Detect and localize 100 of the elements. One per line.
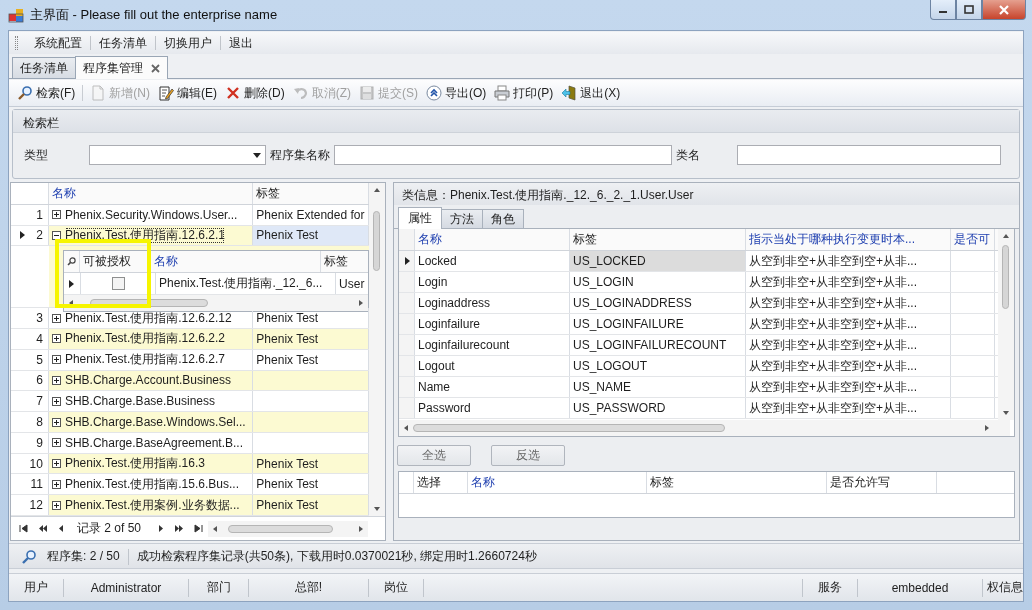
vertical-scrollbar[interactable]	[369, 183, 385, 516]
table-cell: 从空到非空+从非空到空+从非...	[746, 377, 951, 397]
toolbar-button[interactable]: 导出(O)	[422, 82, 491, 104]
scroll-left-icon[interactable]	[211, 524, 220, 533]
table-row[interactable]: Login US_LOGIN 从空到非空+从非空到空+从非...	[399, 272, 998, 293]
chevrons-up-icon[interactable]	[426, 85, 442, 101]
scroll-down-icon[interactable]	[373, 505, 382, 513]
expand-icon[interactable]	[51, 313, 61, 323]
status-cell: 部门	[189, 578, 249, 597]
table-row[interactable]: Password US_PASSWORD 从空到非空+从非空到空+从非...	[399, 398, 998, 419]
next-icon[interactable]	[156, 524, 166, 533]
search-icon[interactable]	[67, 257, 77, 267]
tab[interactable]: 方法	[441, 209, 483, 228]
row-number: 3	[36, 311, 43, 326]
action-button[interactable]: 全选	[397, 445, 471, 466]
maximize-button[interactable]	[956, 0, 982, 20]
expand-icon[interactable]	[51, 417, 61, 427]
first-page-icon[interactable]	[19, 524, 28, 533]
expand-icon[interactable]	[51, 438, 61, 448]
toolbar-button[interactable]: 打印(P)	[490, 82, 558, 104]
checkbox[interactable]	[111, 277, 125, 291]
column-header[interactable]: 名称	[468, 472, 647, 493]
expand-icon[interactable]	[51, 334, 61, 344]
maximize-icon[interactable]	[964, 5, 974, 14]
table-row[interactable]: 5 Phenix.Test.使用指南.12.6.2.7 Phenix Test	[11, 349, 370, 371]
expand-icon[interactable]	[51, 210, 61, 220]
app-icon	[8, 7, 24, 23]
column-header[interactable]: 选择	[414, 472, 468, 493]
cross-icon[interactable]	[225, 85, 241, 101]
table-row[interactable]: 9 SHB.Charge.BaseAgreement.B...	[11, 432, 370, 454]
row-number: 5	[36, 352, 43, 367]
column-header[interactable]: 是否允许写	[827, 472, 937, 493]
table-row[interactable]: Loginaddress US_LOGINADDRESS 从空到非空+从非空到空+从非...	[399, 293, 998, 314]
expand-icon[interactable]	[51, 459, 61, 469]
table-row[interactable]: Loginfailurecount US_LOGINFAILURECOUNT 从空到非空+从非空到空+从非...	[399, 335, 998, 356]
column-header[interactable]: 可被授权	[80, 251, 152, 273]
scroll-up-icon[interactable]	[1002, 232, 1010, 240]
column-header[interactable]: 名称	[48, 183, 254, 204]
expand-icon[interactable]	[51, 355, 61, 365]
text-field[interactable]	[334, 145, 672, 165]
status-cell: 服务	[803, 578, 858, 597]
column-header[interactable]: 是否可	[951, 229, 995, 250]
expand-icon[interactable]	[51, 500, 61, 510]
menu-item[interactable]: 任务清单	[91, 32, 155, 54]
previous-icon[interactable]	[57, 524, 66, 533]
horizontal-scrollbar[interactable]	[208, 520, 369, 537]
column-header[interactable]: 名称	[151, 251, 321, 273]
column-header[interactable]: 标签	[647, 472, 827, 493]
collapse-icon[interactable]	[51, 230, 61, 240]
menu-item[interactable]: 切换用户	[156, 32, 220, 54]
table-cell: SHB.Charge.Base.Business	[64, 394, 215, 409]
column-header[interactable]: 标签	[320, 251, 369, 273]
fast-back-icon[interactable]	[38, 524, 47, 533]
scroll-down-icon[interactable]	[1002, 409, 1010, 417]
scrollbar-thumb[interactable]	[373, 211, 381, 271]
table-row[interactable]: Locked US_LOCKED 从空到非空+从非空到空+从非...	[399, 251, 998, 272]
text-field[interactable]	[737, 145, 1001, 165]
toolbar-button[interactable]: 编辑(E)	[154, 82, 221, 104]
scrollbar-thumb[interactable]	[90, 299, 209, 308]
scrollbar-thumb[interactable]	[413, 424, 725, 432]
table-row[interactable]: Name US_NAME 从空到非空+从非空到空+从非...	[399, 377, 998, 398]
action-button[interactable]: 反选	[491, 445, 565, 466]
column-header[interactable]: 标签	[570, 229, 746, 250]
tab[interactable]: 任务清单	[12, 57, 76, 78]
expand-icon[interactable]	[51, 396, 61, 406]
scrollbar-thumb[interactable]	[228, 524, 334, 533]
row-number: 11	[30, 477, 43, 492]
fast-forward-icon[interactable]	[175, 524, 185, 533]
scrollbar-thumb[interactable]	[1002, 245, 1009, 309]
scroll-up-icon[interactable]	[373, 186, 382, 194]
horizontal-scrollbar[interactable]	[399, 420, 994, 436]
menu-item[interactable]: 退出	[221, 32, 261, 54]
expand-icon[interactable]	[51, 479, 61, 489]
table-row[interactable]: 1 Phenix.Security.Windows.User... Phenix Extended for	[11, 204, 370, 226]
table-row[interactable]: Logout US_LOGOUT 从空到非空+从非空到空+从非...	[399, 356, 998, 377]
edit-icon[interactable]	[158, 85, 174, 101]
column-header[interactable]: 名称	[415, 229, 570, 250]
toolbar-button[interactable]: 检索(F)	[13, 82, 80, 104]
minimize-button[interactable]	[930, 0, 956, 20]
expand-icon[interactable]	[51, 375, 61, 385]
search-icon[interactable]	[17, 85, 33, 101]
row-number: 2	[36, 228, 43, 243]
last-page-icon[interactable]	[194, 524, 204, 533]
door-arrow-icon[interactable]	[561, 85, 578, 101]
tab[interactable]: 属性	[398, 207, 442, 229]
menu-item[interactable]: 系统配置	[26, 32, 90, 54]
table-row[interactable]: Loginfailure US_LOGINFAILURE 从空到非空+从非空到空+从非...	[399, 314, 998, 335]
printer-icon[interactable]	[494, 85, 511, 101]
tab[interactable]: 角色	[482, 209, 524, 228]
scroll-right-icon[interactable]	[983, 424, 991, 432]
column-header[interactable]: 指示当处于哪种执行变更时本...	[746, 229, 951, 250]
toolbar-button[interactable]: 删除(D)	[221, 82, 289, 104]
table-cell: US_LOCKED	[570, 251, 746, 271]
horizontal-scrollbar[interactable]	[64, 295, 369, 312]
close-button[interactable]	[982, 0, 1026, 20]
tab[interactable]: 程序集管理	[75, 56, 168, 79]
toolbar-button[interactable]: 退出(X)	[557, 82, 625, 104]
vertical-scrollbar[interactable]	[998, 229, 1014, 420]
close-icon[interactable]	[151, 63, 160, 73]
scroll-left-icon[interactable]	[402, 424, 410, 432]
